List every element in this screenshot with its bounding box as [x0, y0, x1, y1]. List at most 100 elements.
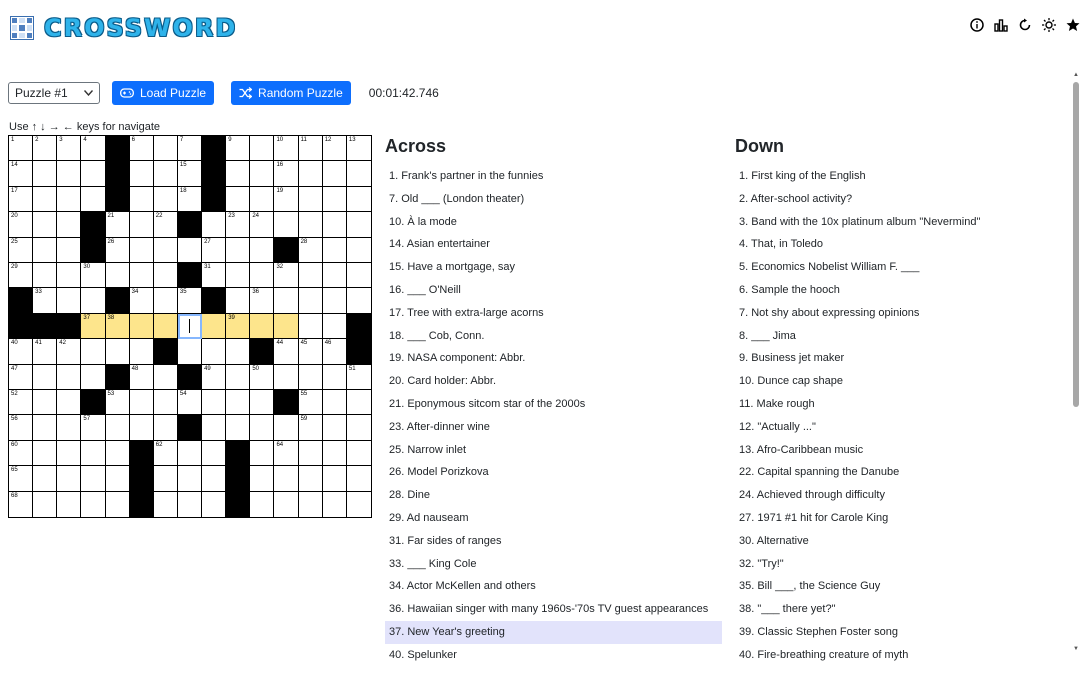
- grid-cell[interactable]: [33, 389, 58, 416]
- grid-cell[interactable]: [202, 491, 227, 517]
- grid-cell[interactable]: [298, 186, 323, 213]
- grid-cell[interactable]: [105, 415, 130, 441]
- across-clue[interactable]: 40. Spelunker: [385, 644, 722, 667]
- grid-cell[interactable]: [298, 212, 323, 238]
- grid-cell[interactable]: 12: [322, 136, 347, 162]
- grid-cell[interactable]: [129, 186, 154, 213]
- grid-cell[interactable]: 30: [81, 262, 106, 289]
- grid-cell[interactable]: 39: [226, 313, 251, 340]
- grid-cell[interactable]: 44: [274, 339, 299, 365]
- down-clue[interactable]: 2. After-school activity?: [735, 188, 1035, 211]
- grid-cell[interactable]: 14: [9, 161, 34, 187]
- grid-cell[interactable]: 47: [9, 364, 34, 390]
- scroll-down-icon[interactable]: ▼: [1072, 646, 1080, 654]
- grid-cell[interactable]: [105, 491, 130, 517]
- grid-cell[interactable]: [153, 288, 178, 314]
- grid-cell[interactable]: [322, 237, 347, 263]
- grid-cell[interactable]: [202, 389, 227, 416]
- grid-cell[interactable]: 18: [177, 186, 203, 213]
- grid-cell[interactable]: [346, 440, 371, 467]
- grid-cell[interactable]: 53: [105, 389, 130, 416]
- grid-cell[interactable]: [129, 389, 154, 416]
- random-puzzle-button[interactable]: Random Puzzle: [231, 81, 351, 105]
- grid-cell[interactable]: [153, 237, 178, 263]
- grid-cell[interactable]: 62: [153, 440, 178, 467]
- grid-cell[interactable]: [250, 466, 275, 492]
- grid-cell[interactable]: [250, 186, 275, 213]
- grid-cell[interactable]: [153, 491, 178, 517]
- grid-cell[interactable]: [298, 288, 323, 314]
- grid-cell[interactable]: [105, 339, 130, 365]
- down-clue[interactable]: 4. That, in Toledo: [735, 233, 1035, 256]
- grid-cell[interactable]: 19: [274, 186, 299, 213]
- grid-cell[interactable]: [274, 212, 299, 238]
- grid-cell[interactable]: [298, 364, 323, 390]
- grid-cell[interactable]: 35: [177, 288, 203, 314]
- grid-cell[interactable]: [322, 212, 347, 238]
- grid-cell[interactable]: 34: [129, 288, 154, 314]
- grid-cell[interactable]: [322, 262, 347, 289]
- grid-cell[interactable]: [33, 466, 58, 492]
- grid-cell[interactable]: 46: [322, 339, 347, 365]
- grid-cell[interactable]: [322, 415, 347, 441]
- grid-cell[interactable]: [153, 389, 178, 416]
- grid-cell[interactable]: 60: [9, 440, 34, 467]
- grid-cell[interactable]: [33, 237, 58, 263]
- grid-cell[interactable]: 6: [129, 136, 154, 162]
- grid-cell[interactable]: [129, 237, 154, 263]
- grid-cell[interactable]: [57, 186, 82, 213]
- grid-cell[interactable]: [153, 136, 178, 162]
- grid-cell[interactable]: 40: [9, 339, 34, 365]
- grid-cell[interactable]: [105, 440, 130, 467]
- grid-cell[interactable]: [322, 186, 347, 213]
- grid-cell[interactable]: [33, 364, 58, 390]
- grid-cell[interactable]: [202, 466, 227, 492]
- grid-cell[interactable]: [346, 237, 371, 263]
- grid-cell[interactable]: [177, 237, 203, 263]
- grid-cell[interactable]: [57, 364, 82, 390]
- grid-cell[interactable]: 56: [9, 415, 34, 441]
- grid-cell[interactable]: [346, 466, 371, 492]
- grid-cell[interactable]: [250, 237, 275, 263]
- grid-cell[interactable]: 51: [346, 364, 371, 390]
- grid-cell[interactable]: 16: [274, 161, 299, 187]
- grid-cell[interactable]: [274, 364, 299, 390]
- across-clue[interactable]: 18. ___ Cob, Conn.: [385, 325, 722, 348]
- grid-cell[interactable]: 36: [250, 288, 275, 314]
- across-clue[interactable]: 37. New Year's greeting: [385, 620, 722, 644]
- grid-cell[interactable]: [33, 262, 58, 289]
- grid-cell[interactable]: [226, 389, 251, 416]
- grid-cell[interactable]: [250, 491, 275, 517]
- down-clue[interactable]: 39. Classic Stephen Foster song: [735, 621, 1035, 644]
- across-clue[interactable]: 20. Card holder: Abbr.: [385, 370, 722, 393]
- grid-cell[interactable]: [298, 161, 323, 187]
- grid-cell[interactable]: 2: [33, 136, 58, 162]
- grid-cell[interactable]: 37: [81, 313, 106, 340]
- grid-cell[interactable]: 52: [9, 389, 34, 416]
- grid-cell[interactable]: 31: [202, 262, 227, 289]
- down-clue[interactable]: 13. Afro-Caribbean music: [735, 439, 1035, 462]
- grid-cell[interactable]: 45: [298, 339, 323, 365]
- down-clue[interactable]: 40. Fire-breathing creature of myth: [735, 644, 1035, 667]
- grid-cell[interactable]: 4: [81, 136, 106, 162]
- down-clue[interactable]: 7. Not shy about expressing opinions: [735, 302, 1035, 325]
- across-clue[interactable]: 36. Hawaiian singer with many 1960s-'70s…: [385, 598, 722, 621]
- grid-cell[interactable]: [322, 440, 347, 467]
- grid-cell[interactable]: 68: [9, 491, 34, 517]
- across-clue[interactable]: 15. Have a mortgage, say: [385, 256, 722, 279]
- grid-cell[interactable]: [274, 288, 299, 314]
- across-clue[interactable]: 16. ___ O'Neill: [385, 279, 722, 302]
- grid-cell[interactable]: 24: [250, 212, 275, 238]
- grid-cell[interactable]: [226, 288, 251, 314]
- grid-cell[interactable]: [81, 364, 106, 390]
- grid-cell[interactable]: 49: [202, 364, 227, 390]
- grid-cell[interactable]: 42: [57, 339, 82, 365]
- grid-cell[interactable]: [57, 389, 82, 416]
- grid-cell[interactable]: 64: [274, 440, 299, 467]
- down-clue[interactable]: 6. Sample the hooch: [735, 279, 1035, 302]
- grid-cell[interactable]: [129, 339, 154, 365]
- grid-cell[interactable]: [33, 440, 58, 467]
- grid-cell[interactable]: 7: [177, 136, 203, 162]
- across-clue[interactable]: 17. Tree with extra-large acorns: [385, 302, 722, 325]
- down-clue[interactable]: 32. "Try!": [735, 553, 1035, 576]
